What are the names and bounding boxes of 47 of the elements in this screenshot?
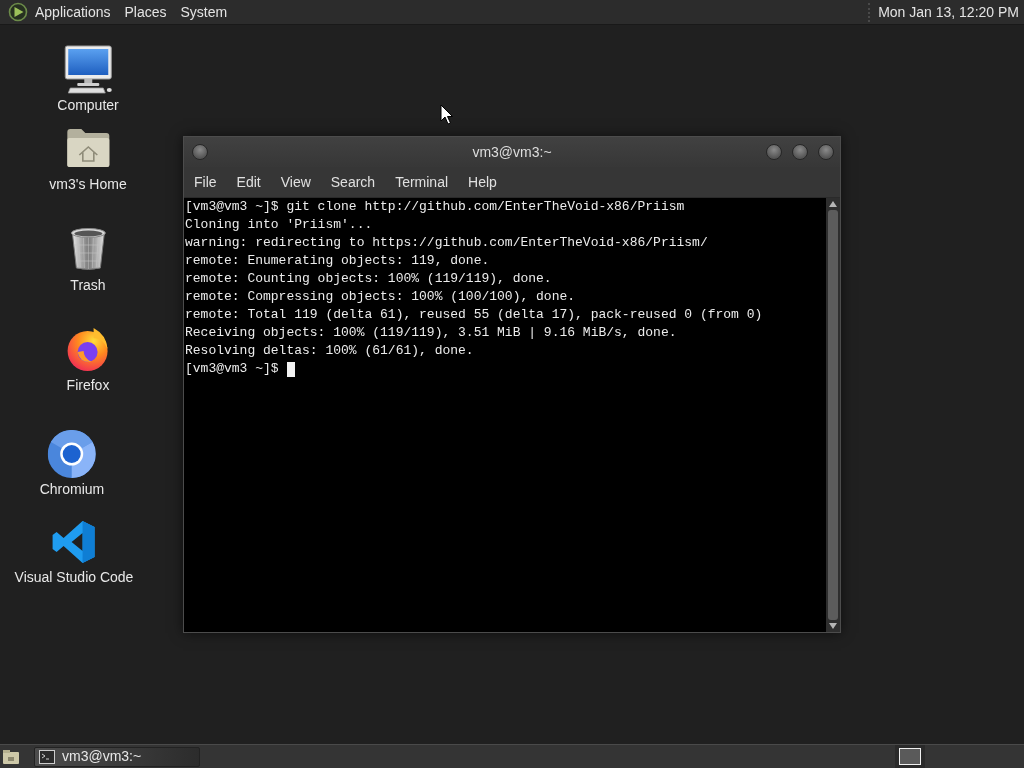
menu-item[interactable]: File bbox=[184, 169, 227, 195]
terminal-line: remote: Counting objects: 100% (119/119), done. bbox=[185, 270, 552, 288]
menu-button[interactable]: Applications bbox=[28, 0, 118, 24]
desktop-icon-label[interactable]: Chromium bbox=[37, 481, 107, 497]
terminal-line: warning: redirecting to https://github.com/EnterTheVoid-x86/Priism/ bbox=[185, 234, 708, 252]
browser-circle-icon[interactable] bbox=[48, 430, 96, 478]
trash-bin-icon[interactable] bbox=[69, 227, 107, 271]
mouse-pointer-icon bbox=[440, 104, 453, 125]
menu-item[interactable]: Edit bbox=[226, 169, 271, 195]
terminal-icon bbox=[39, 749, 55, 764]
menu-item[interactable]: Search bbox=[320, 169, 386, 195]
menu-item[interactable]: Terminal bbox=[385, 169, 459, 195]
logo-icon[interactable] bbox=[8, 2, 28, 22]
home-folder-icon[interactable] bbox=[66, 128, 110, 168]
terminal-line: Cloning into 'Priism'... bbox=[185, 216, 373, 234]
monitor-icon[interactable] bbox=[63, 45, 113, 95]
terminal-line: [vm3@vm3 ~]$ git clone http://github.com/EnterTheVoid-x86/Priism bbox=[185, 198, 685, 216]
ribbon-icon[interactable] bbox=[52, 520, 96, 564]
scrollbar-thumb[interactable] bbox=[828, 210, 838, 620]
close-button[interactable] bbox=[818, 144, 834, 160]
window-title: vm3@vm3:~ bbox=[472, 142, 552, 162]
maximize-button[interactable] bbox=[792, 144, 808, 160]
terminal-line: Receiving objects: 100% (119/119), 3.51 MiB | 9.16 MiB/s, done. bbox=[185, 324, 677, 342]
terminal-line: remote: Total 119 (delta 61), reused 55 (delta 17), pack-reused 0 (from 0) bbox=[185, 306, 763, 324]
menu-button[interactable]: System bbox=[173, 0, 235, 24]
terminal-line: remote: Enumerating objects: 119, done. bbox=[185, 252, 490, 270]
desktop-icon-label[interactable]: vm3's Home bbox=[47, 176, 129, 192]
clock[interactable]: Mon Jan 13, 12:20 PM bbox=[878, 1, 1019, 23]
scroll-down-arrow-icon[interactable] bbox=[828, 622, 838, 630]
desktop-icon-label[interactable]: Visual Studio Code bbox=[12, 569, 136, 585]
show-desktop-icon[interactable] bbox=[2, 748, 20, 765]
menu-item[interactable]: View bbox=[270, 169, 321, 195]
minimize-button[interactable] bbox=[766, 144, 782, 160]
scrollbar[interactable] bbox=[826, 198, 840, 632]
terminal-line: [vm3@vm3 ~]$ bbox=[185, 360, 279, 378]
menu-item[interactable]: Help bbox=[458, 169, 507, 195]
desktop-icon-label[interactable]: Trash bbox=[68, 277, 108, 293]
scroll-up-arrow-icon[interactable] bbox=[828, 200, 838, 208]
terminal-line: Resolving deltas: 100% (61/61), done. bbox=[185, 342, 474, 360]
text-cursor-icon bbox=[286, 361, 295, 377]
taskbar-button[interactable]: vm3@vm3:~ bbox=[34, 746, 200, 767]
menu-button[interactable]: Places bbox=[117, 0, 174, 24]
window-menu-button[interactable] bbox=[192, 144, 208, 160]
terminal-line: remote: Compressing objects: 100% (100/100), done. bbox=[185, 288, 576, 306]
desktop-icon-label[interactable]: Firefox bbox=[64, 377, 112, 393]
desktop-icon-label[interactable]: Computer bbox=[55, 97, 121, 113]
flame-globe-icon[interactable] bbox=[65, 326, 111, 372]
